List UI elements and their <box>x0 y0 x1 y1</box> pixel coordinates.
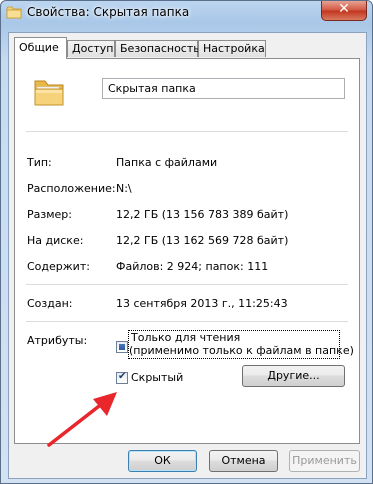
tab-sharing[interactable]: Доступ <box>67 40 115 57</box>
apply-button[interactable]: Применить <box>289 450 360 472</box>
size-on-disk-label: На диске: <box>27 234 84 247</box>
tab-customize[interactable]: Настройка <box>198 40 266 57</box>
close-button[interactable]: ✕ <box>321 1 367 21</box>
tab-general[interactable]: Общие <box>14 37 67 59</box>
dialog-client: Общие Доступ Безопасность Настройка Тип:… <box>8 32 367 479</box>
title-bar[interactable]: Свойства: Скрытая папка ✕ <box>1 1 372 25</box>
separator <box>26 284 348 285</box>
cancel-button[interactable]: Отмена <box>209 450 278 472</box>
hidden-label[interactable]: Скрытый <box>131 371 183 384</box>
attributes-label: Атрибуты: <box>27 334 88 347</box>
folder-name-input[interactable] <box>102 78 345 99</box>
contains-value: Файлов: 2 924; папок: 111 <box>116 260 269 273</box>
size-label: Размер: <box>27 208 72 221</box>
general-panel: Тип: Папка с файлами Расположение: N:\ Р… <box>14 58 360 447</box>
readonly-checkbox[interactable] <box>116 341 128 353</box>
contains-label: Содержит: <box>27 260 90 273</box>
ok-button[interactable]: ОК <box>128 450 197 472</box>
created-value: 13 сентября 2013 г., 11:25:43 <box>116 297 288 310</box>
folder-icon <box>6 6 22 19</box>
location-value: N:\ <box>116 182 132 195</box>
separator <box>26 131 348 132</box>
window-title: Свойства: Скрытая папка <box>27 5 190 19</box>
hidden-checkbox[interactable] <box>116 371 128 384</box>
size-on-disk-value: 12,2 ГБ (13 162 569 728 байт) <box>116 234 289 247</box>
type-value: Папка с файлами <box>116 156 218 169</box>
separator <box>26 321 348 322</box>
type-label: Тип: <box>27 156 52 169</box>
close-icon: ✕ <box>338 1 350 17</box>
tab-security[interactable]: Безопасность <box>115 40 200 57</box>
location-label: Расположение: <box>27 182 116 195</box>
red-arrow-annotation <box>47 392 117 447</box>
readonly-label-line1[interactable]: Только для чтения <box>131 331 240 344</box>
properties-window: Свойства: Скрытая папка ✕ Общие Доступ Б… <box>0 0 373 484</box>
created-label: Создан: <box>27 297 73 310</box>
readonly-label-line2[interactable]: (применимо только к файлам в папке) <box>129 344 354 357</box>
other-attributes-button[interactable]: Другие... <box>242 365 345 387</box>
size-value: 12,2 ГБ (13 156 783 389 байт) <box>116 208 289 221</box>
folder-icon <box>34 80 64 106</box>
